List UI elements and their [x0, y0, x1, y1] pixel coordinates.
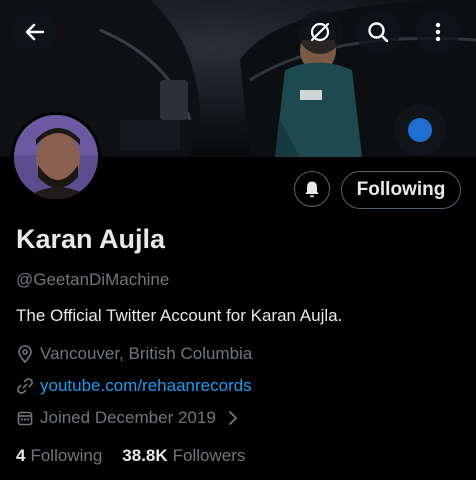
following-label: Following	[30, 446, 103, 465]
following-button[interactable]: Following	[341, 171, 461, 209]
grok-icon	[310, 22, 330, 42]
website-link[interactable]: youtube.com/rehaanrecords	[40, 376, 252, 396]
follow-stats: 4 Following 38.8K Followers	[16, 446, 245, 466]
following-count: 4	[16, 446, 26, 465]
following-stat[interactable]: 4 Following	[16, 446, 102, 466]
bell-notification-icon	[305, 179, 320, 198]
arrow-left-icon	[25, 23, 45, 41]
location-row: Vancouver, British Columbia	[16, 344, 252, 364]
avatar	[14, 115, 98, 199]
avatar-frame[interactable]	[11, 112, 101, 202]
search-icon	[368, 22, 389, 43]
more-vertical-icon	[435, 22, 441, 42]
location-text: Vancouver, British Columbia	[40, 344, 253, 363]
followers-count: 38.8K	[122, 446, 168, 465]
notifications-button[interactable]	[294, 171, 330, 207]
back-button[interactable]	[13, 10, 57, 54]
chevron-right-icon	[228, 411, 238, 425]
followers-stat[interactable]: 38.8K Followers	[122, 446, 245, 466]
joined-row[interactable]: Joined December 2019	[16, 408, 238, 428]
calendar-icon	[16, 409, 34, 427]
search-button[interactable]	[356, 10, 400, 54]
more-button[interactable]	[416, 10, 460, 54]
website-row: youtube.com/rehaanrecords	[16, 376, 252, 396]
followers-label: Followers	[172, 446, 246, 465]
profile-handle: @GeetanDiMachine	[16, 270, 170, 289]
grok-button[interactable]	[298, 10, 342, 54]
location-pin-icon	[16, 345, 34, 363]
joined-text: Joined December 2019	[40, 408, 216, 427]
link-icon	[16, 377, 34, 395]
profile-name: Karan Aujla	[16, 224, 166, 254]
profile-bio: The Official Twitter Account for Karan A…	[16, 306, 343, 325]
